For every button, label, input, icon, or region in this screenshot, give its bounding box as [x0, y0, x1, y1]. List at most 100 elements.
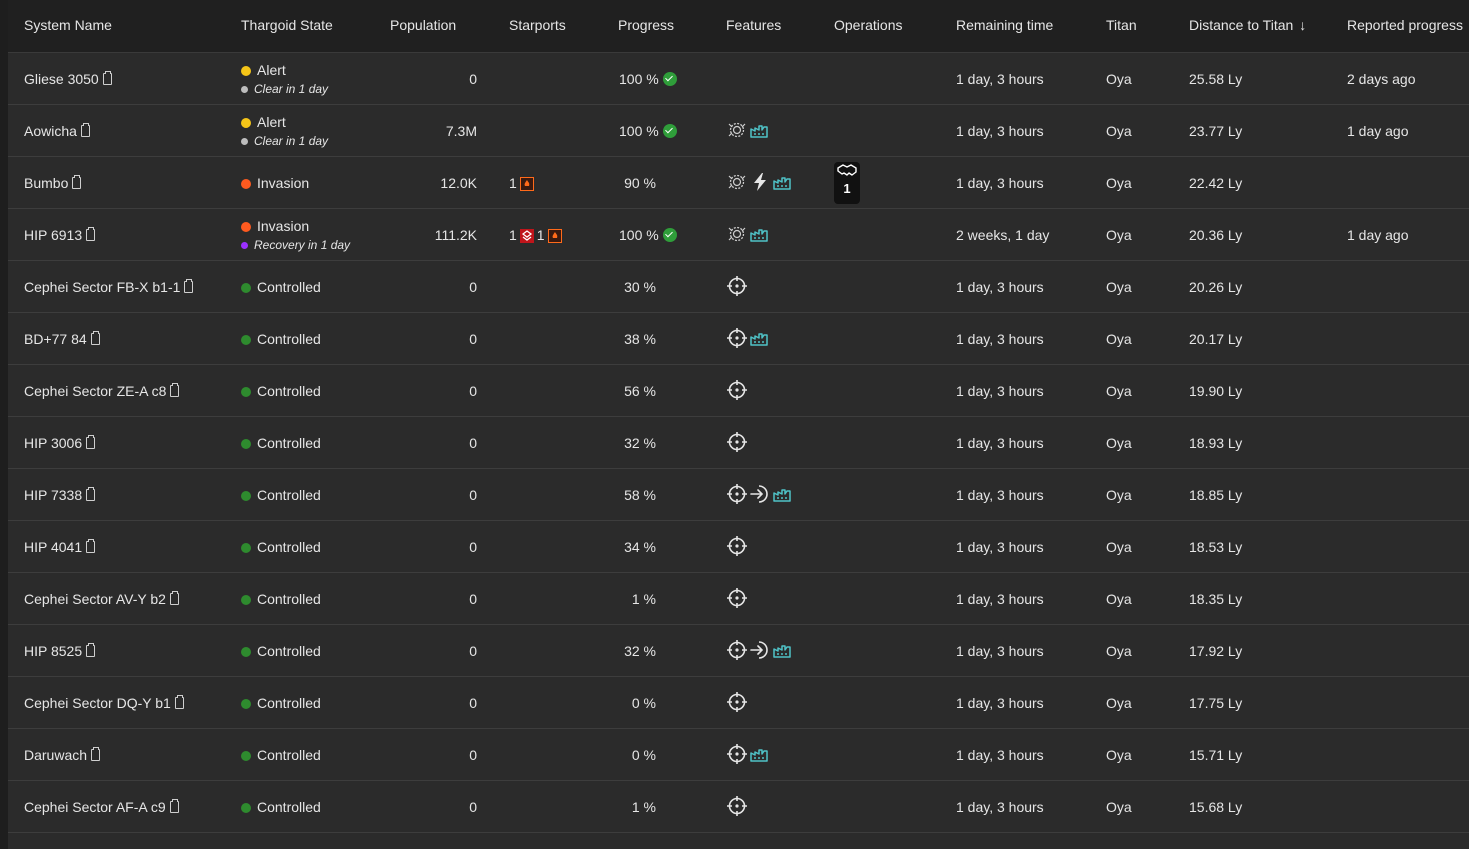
factory-icon[interactable] — [772, 483, 794, 505]
system-name-cell[interactable]: Cephei Sector FB-X b1-1 — [24, 279, 194, 295]
table-row[interactable]: Gliese 3050 Alert Clear in 1 day 0 100 % 1 da… — [8, 53, 1469, 105]
system-name[interactable]: Bumbo — [24, 175, 68, 191]
table-row[interactable]: Cephei Sector AV-Y b2 Controlled 0 1 % 1 day… — [8, 573, 1469, 625]
table-row[interactable]: HIP 3006 Controlled 0 32 % 1 day, 3 hours Oya… — [8, 417, 1469, 469]
system-name-cell[interactable]: HIP 3006 — [24, 435, 96, 451]
outpost-damaged-icon[interactable] — [519, 177, 534, 191]
col-features[interactable]: Features — [726, 17, 781, 33]
clipboard-icon[interactable] — [86, 539, 96, 553]
progress-value: 1 % — [631, 591, 656, 607]
system-name-cell[interactable]: Gliese 3050 — [24, 71, 112, 87]
system-name-cell[interactable]: BD+77 84 — [24, 331, 100, 347]
target-icon[interactable] — [726, 275, 748, 297]
col-reported-progress[interactable]: Reported progress — [1347, 17, 1463, 33]
clipboard-icon[interactable] — [86, 227, 96, 241]
system-name-cell[interactable]: HIP 4041 — [24, 539, 96, 555]
clipboard-icon[interactable] — [86, 643, 96, 657]
clipboard-icon[interactable] — [174, 695, 184, 709]
system-name-cell[interactable]: Cephei Sector ZE-A c8 — [24, 383, 180, 399]
arrow-in-icon[interactable] — [749, 639, 771, 661]
clipboard-icon[interactable] — [86, 435, 96, 449]
system-name-cell[interactable]: Cephei Sector AV-Y b2 — [24, 591, 179, 607]
table-row[interactable]: HIP 7338 Controlled 0 58 % 1 day, 3 hours Oya… — [8, 469, 1469, 521]
outpost-damaged-icon[interactable] — [547, 229, 562, 243]
table-row[interactable]: Cephei Sector DQ-Y b1 Controlled 0 0 % 1 day… — [8, 677, 1469, 729]
clipboard-icon[interactable] — [80, 123, 90, 137]
system-name[interactable]: Daruwach — [24, 747, 87, 763]
col-distance-to-titan[interactable]: Distance to Titan ↓ — [1189, 17, 1306, 33]
station-under-attack-icon[interactable] — [519, 229, 534, 243]
system-name[interactable]: HIP 3006 — [24, 435, 82, 451]
table-row[interactable]: HIP 6913 Invasion Recovery in 1 day 111.2K 1… — [8, 209, 1469, 261]
table-row[interactable]: HIP 8525 Controlled 0 32 % 1 day, 3 hours Oya… — [8, 625, 1469, 677]
system-name-cell[interactable]: Daruwach — [24, 747, 101, 763]
col-system-name[interactable]: System Name — [24, 17, 112, 33]
target-icon[interactable] — [726, 379, 748, 401]
factory-icon[interactable] — [749, 223, 771, 245]
system-name[interactable]: Cephei Sector DQ-Y b1 — [24, 695, 171, 711]
system-name[interactable]: Cephei Sector AV-Y b2 — [24, 591, 166, 607]
factory-icon[interactable] — [749, 119, 771, 141]
system-name-cell[interactable]: Aowicha — [24, 123, 90, 139]
table-row[interactable]: Cephei Sector AF-A c9 Controlled 0 1 % 1 day… — [8, 781, 1469, 833]
clipboard-icon[interactable] — [72, 175, 82, 189]
system-name[interactable]: Cephei Sector FB-X b1-1 — [24, 279, 180, 295]
system-name-cell[interactable]: Bumbo — [24, 175, 82, 191]
target-icon[interactable] — [726, 327, 748, 349]
clipboard-icon[interactable] — [169, 799, 179, 813]
target-icon[interactable] — [726, 691, 748, 713]
system-name-cell[interactable]: HIP 6913 — [24, 227, 96, 243]
system-name[interactable]: HIP 6913 — [24, 227, 82, 243]
table-row[interactable]: Bumbo Invasion 12.0K 1 90 % 1 1 day, 3 hours Oy… — [8, 157, 1469, 209]
col-starports[interactable]: Starports — [509, 17, 566, 33]
col-population[interactable]: Population — [390, 17, 456, 33]
factory-icon[interactable] — [772, 171, 794, 193]
system-name[interactable]: BD+77 84 — [24, 331, 87, 347]
system-name-cell[interactable]: HIP 7338 — [24, 487, 96, 503]
clipboard-icon[interactable] — [90, 331, 100, 345]
lightning-icon[interactable] — [749, 171, 771, 193]
col-remaining-time[interactable]: Remaining time — [956, 17, 1053, 33]
col-thargoid-state[interactable]: Thargoid State — [241, 17, 333, 33]
target-icon[interactable] — [726, 431, 748, 453]
barnacle-icon[interactable] — [726, 223, 748, 245]
clipboard-icon[interactable] — [184, 279, 194, 293]
system-name[interactable]: HIP 8525 — [24, 643, 82, 659]
operations-badge[interactable]: 1 — [834, 162, 860, 204]
system-name-cell[interactable]: HIP 8525 — [24, 643, 96, 659]
clipboard-icon[interactable] — [170, 383, 180, 397]
system-name[interactable]: Cephei Sector ZE-A c8 — [24, 383, 166, 399]
col-progress[interactable]: Progress — [618, 17, 674, 33]
clipboard-icon[interactable] — [169, 591, 179, 605]
factory-icon[interactable] — [749, 327, 771, 349]
barnacle-icon[interactable] — [726, 171, 748, 193]
clipboard-icon[interactable] — [91, 747, 101, 761]
target-icon[interactable] — [726, 795, 748, 817]
table-row[interactable]: BD+77 84 Controlled 0 38 % 1 day, 3 hours Oya… — [8, 313, 1469, 365]
factory-icon[interactable] — [772, 639, 794, 661]
clipboard-icon[interactable] — [86, 487, 96, 501]
table-row[interactable]: Cephei Sector ZE-A c8 Controlled 0 56 % 1 da… — [8, 365, 1469, 417]
target-icon[interactable] — [726, 483, 748, 505]
target-icon[interactable] — [726, 587, 748, 609]
system-name[interactable]: Cephei Sector AF-A c9 — [24, 799, 166, 815]
system-name[interactable]: Gliese 3050 — [24, 71, 99, 87]
system-name[interactable]: Aowicha — [24, 123, 77, 139]
barnacle-icon[interactable] — [726, 119, 748, 141]
clipboard-icon[interactable] — [102, 71, 112, 85]
col-titan[interactable]: Titan — [1106, 17, 1137, 33]
system-name-cell[interactable]: Cephei Sector AF-A c9 — [24, 799, 179, 815]
table-row[interactable]: Daruwach Controlled 0 0 % 1 day, 3 hours Oya 1… — [8, 729, 1469, 781]
table-row[interactable]: HIP 4041 Controlled 0 34 % 1 day, 3 hours Oya… — [8, 521, 1469, 573]
factory-icon[interactable] — [749, 743, 771, 765]
target-icon[interactable] — [726, 743, 748, 765]
arrow-in-icon[interactable] — [749, 483, 771, 505]
system-name[interactable]: HIP 7338 — [24, 487, 82, 503]
table-row[interactable]: Aowicha Alert Clear in 1 day 7.3M 100 % 1 day… — [8, 105, 1469, 157]
system-name-cell[interactable]: Cephei Sector DQ-Y b1 — [24, 695, 184, 711]
target-icon[interactable] — [726, 535, 748, 557]
system-name[interactable]: HIP 4041 — [24, 539, 82, 555]
col-operations[interactable]: Operations — [834, 17, 902, 33]
target-icon[interactable] — [726, 639, 748, 661]
table-row[interactable]: Cephei Sector FB-X b1-1 Controlled 0 30 % 1 … — [8, 261, 1469, 313]
